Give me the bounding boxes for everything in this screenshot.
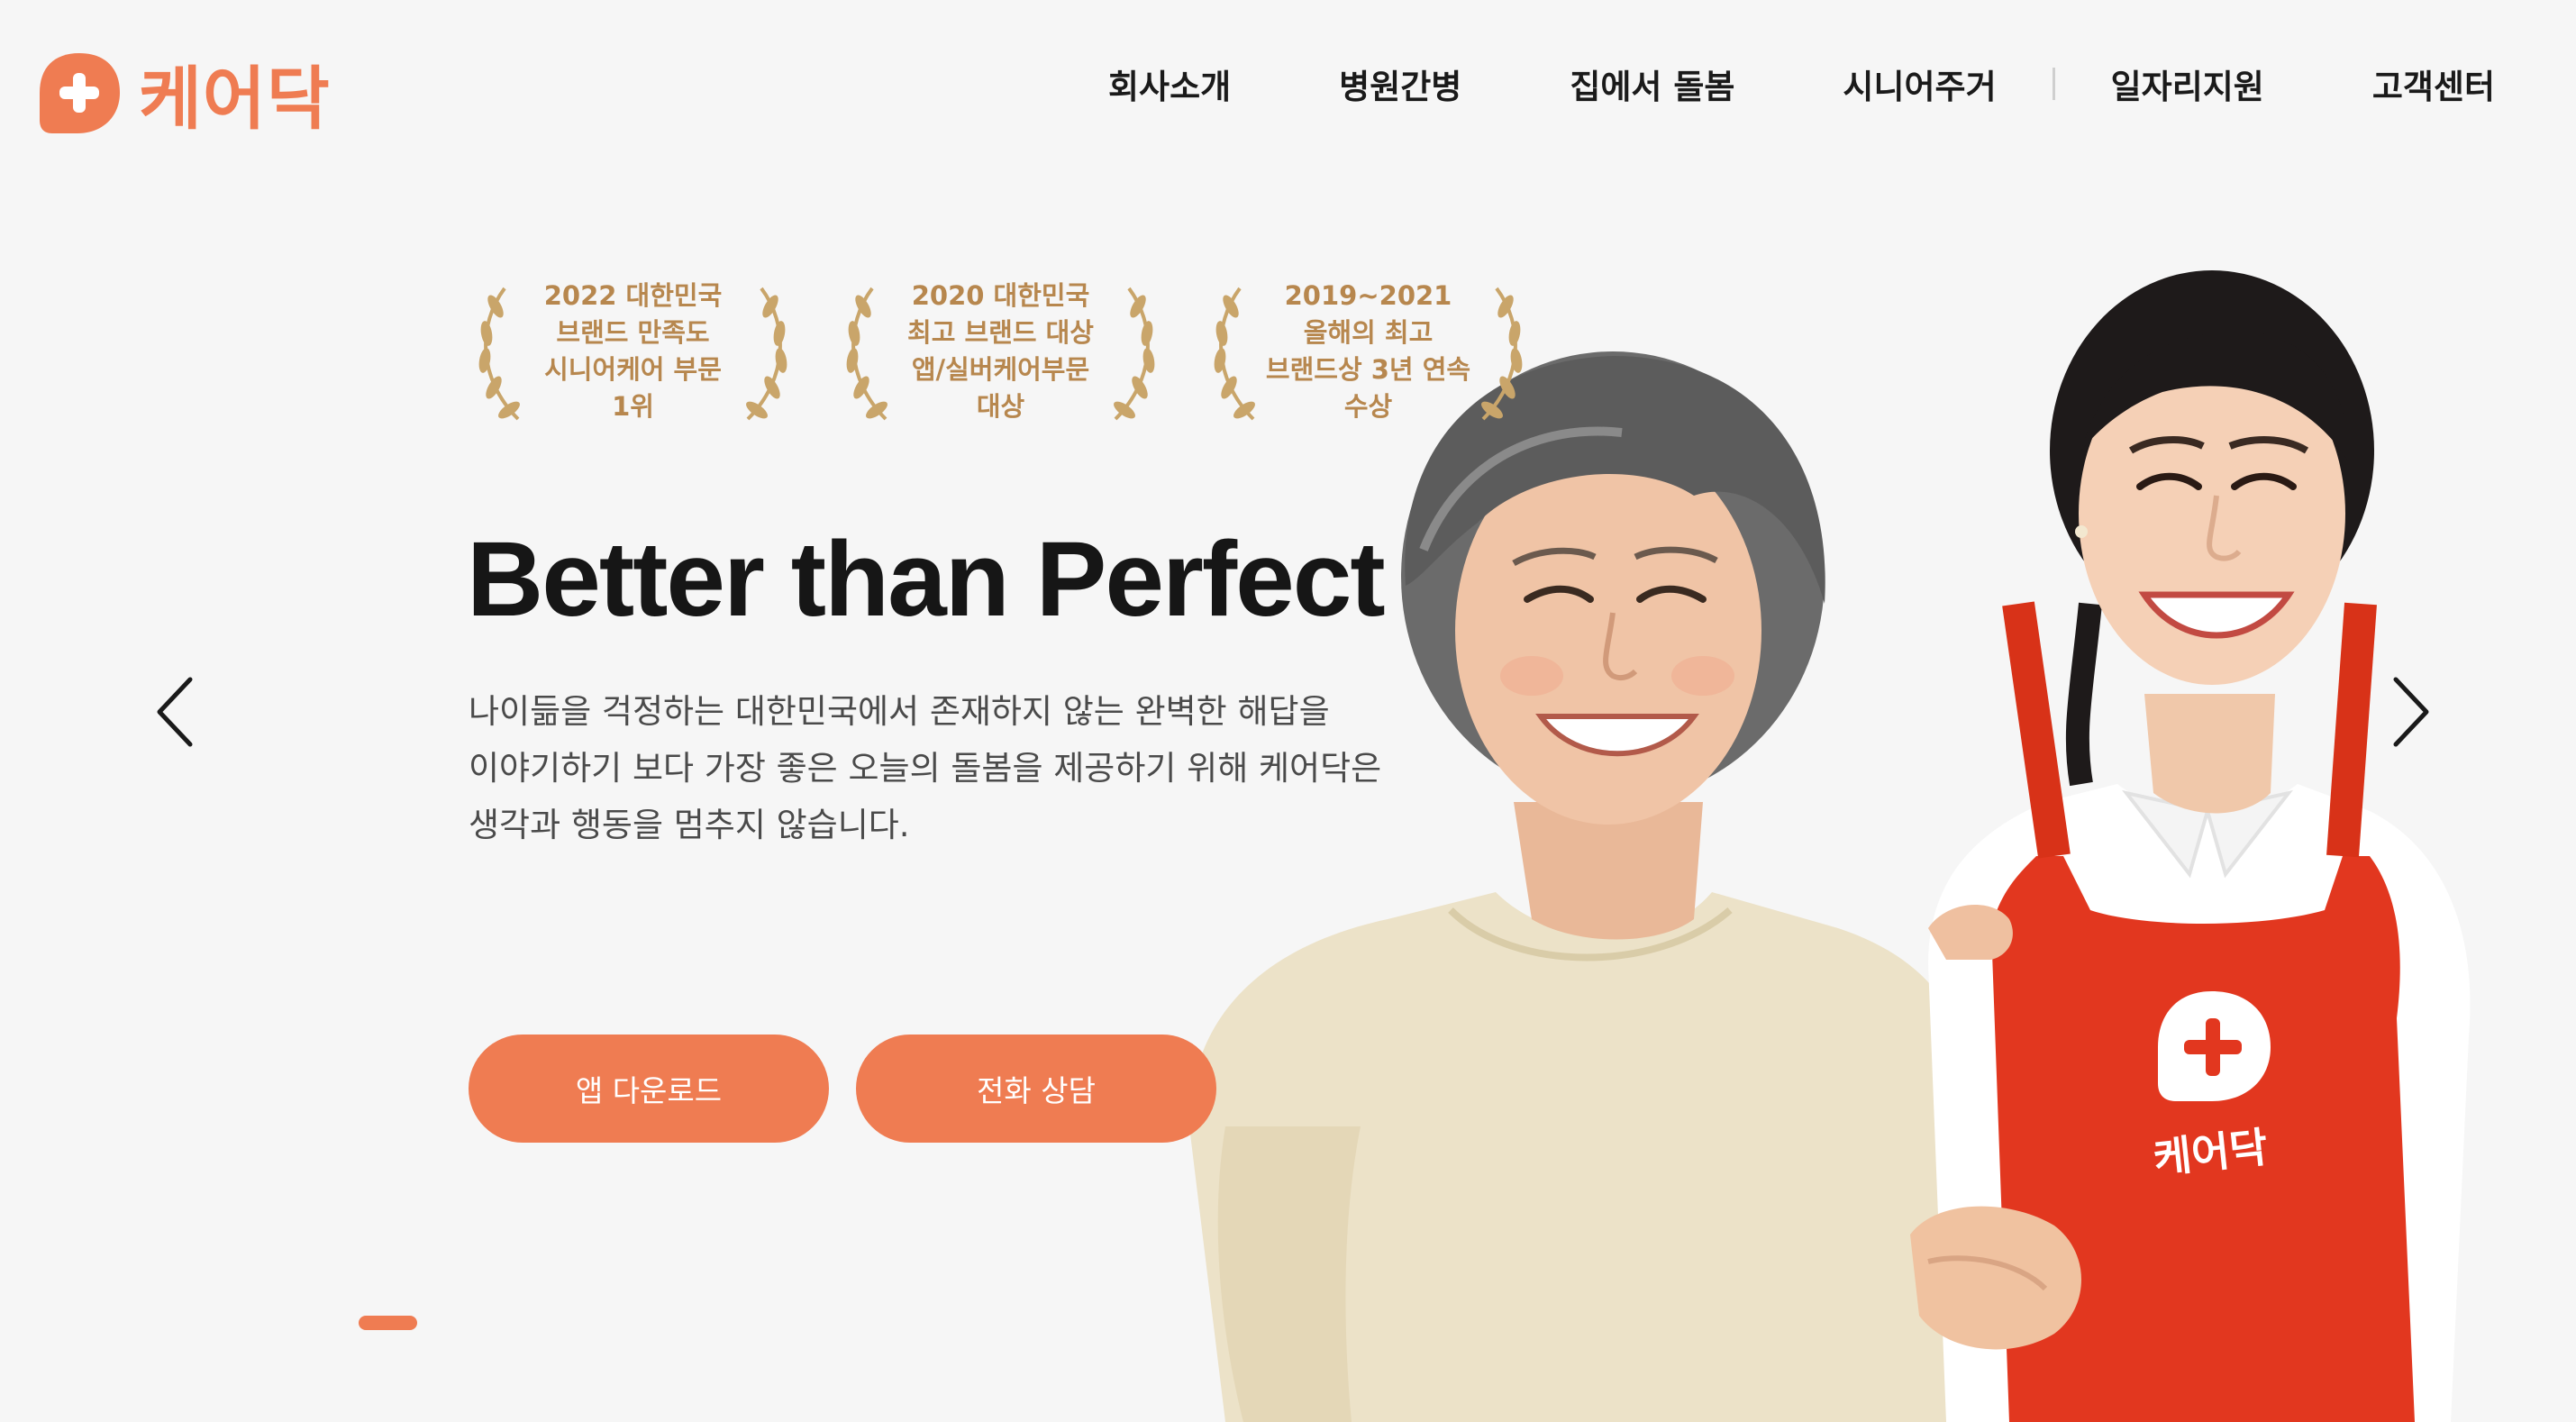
nav-item-job-support[interactable]: 일자리지원 <box>2111 59 2264 108</box>
award-text: 2020 대한민국 최고 브랜드 대상 앱/실버케어부문 대상 <box>881 278 1120 425</box>
carousel-active-indicator[interactable] <box>359 1316 417 1330</box>
main-nav: 회사소개 병원간병 집에서 돌봄 시니어주거 일자리지원 고객센터 <box>1108 59 2495 108</box>
award-line: 올해의 최고 <box>1303 317 1434 348</box>
brand-name: 케어닥 <box>139 59 331 139</box>
award-line: 브랜드상 3년 연속 <box>1265 354 1471 385</box>
app-download-button[interactable]: 앱 다운로드 <box>469 1035 829 1143</box>
award-line: 브랜드 만족도 <box>556 317 710 348</box>
award-line: 1위 <box>612 391 654 422</box>
hero-description-line: 나이듦을 걱정하는 대한민국에서 존재하지 않는 완벽한 해답을 <box>469 692 1330 731</box>
award-badge: 2019~2021 올해의 최고 브랜드상 3년 연속 수상 <box>1204 270 1533 433</box>
landing-page: 케어닥 회사소개 병원간병 집에서 돌봄 시니어주거 일자리지원 고객센터 케어… <box>0 0 2576 1422</box>
nav-item-senior-housing[interactable]: 시니어주거 <box>1843 59 1996 108</box>
award-line: 2022 대한민국 <box>543 280 723 311</box>
award-text: 2022 대한민국 브랜드 만족도 시니어케어 부문 1위 <box>514 278 752 425</box>
award-badge: 2022 대한민국 브랜드 만족도 시니어케어 부문 1위 <box>469 270 797 433</box>
award-line: 2019~2021 <box>1284 280 1452 311</box>
award-text: 2019~2021 올해의 최고 브랜드상 3년 연속 수상 <box>1249 278 1488 425</box>
nav-item-hospital-care[interactable]: 병원간병 <box>1339 59 1461 108</box>
chevron-left-icon[interactable] <box>149 667 203 757</box>
hero-headline: Better than Perfect <box>467 520 1386 639</box>
hero-description: 나이듦을 걱정하는 대한민국에서 존재하지 않는 완벽한 해답을 이야기하기 보… <box>469 683 1406 853</box>
nav-item-home-care[interactable]: 집에서 돌봄 <box>1570 59 1734 108</box>
nav-item-customer-center[interactable]: 고객센터 <box>2372 59 2495 108</box>
award-line: 최고 브랜드 대상 <box>907 317 1094 348</box>
phone-consult-button[interactable]: 전화 상담 <box>856 1035 1216 1143</box>
chevron-right-icon[interactable] <box>2383 667 2437 757</box>
brand-logo[interactable]: 케어닥 <box>34 43 331 142</box>
nav-divider <box>2052 68 2055 100</box>
site-header: 케어닥 회사소개 병원간병 집에서 돌봄 시니어주거 일자리지원 고객센터 <box>0 0 2576 180</box>
award-line: 2020 대한민국 <box>911 280 1090 311</box>
hero-description-line: 이야기하기 보다 가장 좋은 오늘의 돌봄을 제공하기 위해 케어닥은 <box>469 749 1382 788</box>
award-line: 수상 <box>1343 391 1393 422</box>
hero-description-line: 생각과 행동을 멈추지 않습니다. <box>469 806 910 844</box>
award-line: 대상 <box>976 391 1025 422</box>
care-plus-logo-icon <box>40 53 120 133</box>
nav-item-company[interactable]: 회사소개 <box>1108 59 1231 108</box>
award-line: 앱/실버케어부문 <box>911 354 1090 385</box>
award-line: 시니어케어 부문 <box>544 354 722 385</box>
awards-row: 2022 대한민국 브랜드 만족도 시니어케어 부문 1위 2020 대한민국 … <box>469 270 1571 433</box>
award-badge: 2020 대한민국 최고 브랜드 대상 앱/실버케어부문 대상 <box>836 270 1165 433</box>
